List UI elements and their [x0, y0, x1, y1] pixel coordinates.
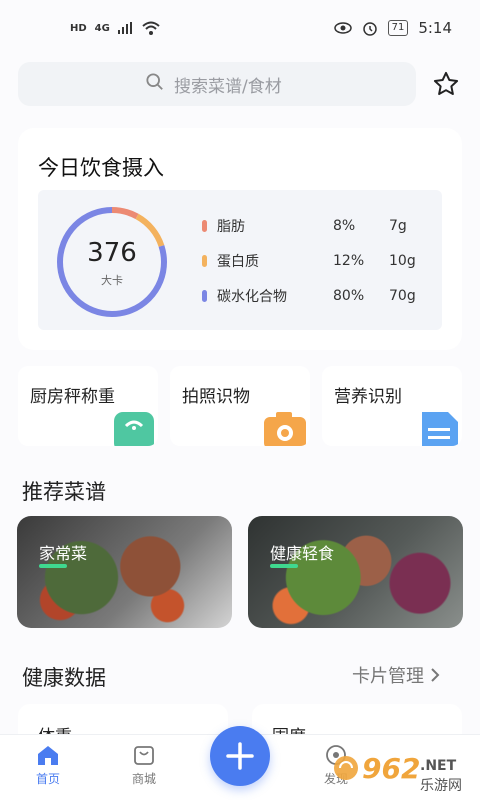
- watermark-net: .NET: [420, 758, 457, 774]
- search-placeholder: 搜索菜谱/食材: [174, 76, 282, 97]
- add-button[interactable]: [210, 726, 270, 786]
- photo-recognition-button[interactable]: 拍照识物: [170, 366, 310, 446]
- kitchen-scale-button[interactable]: 厨房秤称重: [18, 366, 158, 446]
- signal-icon: [117, 22, 132, 34]
- clock: 5:14: [418, 19, 452, 37]
- scale-icon: [114, 412, 154, 446]
- recipe-card-home-cooking[interactable]: 家常菜: [17, 516, 232, 628]
- carbs-dot: [202, 290, 207, 302]
- fat-dot: [202, 220, 207, 232]
- recipes-section-title: 推荐菜谱: [22, 480, 106, 504]
- status-bar: HD 4G 71 5:14: [0, 0, 480, 56]
- nutrient-percent: 8%: [333, 218, 356, 234]
- wifi-icon: [142, 21, 160, 35]
- recipe-card-healthy-light[interactable]: 健康轻食: [248, 516, 463, 628]
- chevron-right-icon: [431, 668, 440, 682]
- nutrient-row-protein: 蛋白质 12% 10g: [202, 251, 442, 271]
- eye-icon: [333, 22, 352, 34]
- watermark-number: 962: [362, 752, 420, 785]
- document-icon: [422, 412, 458, 446]
- calorie-unit: 大卡: [101, 274, 123, 287]
- nutrient-name: 脂肪: [217, 219, 245, 235]
- intake-panel: 376 大卡 脂肪 8% 7g 蛋白质 12% 10g 碳水化合物 80% 70…: [38, 190, 442, 330]
- tool-label: 拍照识物: [182, 387, 250, 407]
- home-icon: [38, 746, 58, 765]
- sim-label: HD: [70, 22, 87, 34]
- nutrient-row-carbs: 碳水化合物 80% 70g: [202, 286, 442, 306]
- favorite-star-icon[interactable]: [432, 70, 460, 98]
- camera-icon: [264, 412, 306, 446]
- calorie-value: 376: [87, 238, 137, 268]
- site-watermark: 962 .NET 乐游网: [334, 752, 462, 794]
- nutrition-recognition-button[interactable]: 营养识别: [322, 366, 462, 446]
- recipe-label: 家常菜: [39, 544, 88, 563]
- tab-mall[interactable]: 商城: [114, 744, 174, 787]
- plus-icon: [226, 742, 254, 770]
- intake-title: 今日饮食摄入: [38, 156, 164, 180]
- battery-level: 71: [387, 20, 409, 36]
- tab-label: 商城: [131, 772, 156, 786]
- card-management-link[interactable]: 卡片管理: [352, 662, 440, 688]
- recipe-label: 健康轻食: [270, 544, 335, 563]
- nutrient-amount: 70g: [389, 288, 416, 304]
- alarm-icon: [362, 22, 377, 36]
- nutrient-row-fat: 脂肪 8% 7g: [202, 216, 442, 236]
- network-label: 4G: [94, 22, 110, 34]
- tool-label: 厨房秤称重: [30, 387, 115, 407]
- signal-indicators: HD 4G: [70, 21, 160, 35]
- tab-label: 首页: [35, 772, 60, 786]
- tool-label: 营养识别: [334, 387, 402, 407]
- daily-intake-card[interactable]: 今日饮食摄入 376 大卡 脂肪 8% 7g 蛋白质 12% 10g 碳水化合物…: [18, 128, 462, 350]
- nutrient-percent: 12%: [333, 253, 365, 269]
- nutrient-amount: 7g: [389, 218, 407, 234]
- nutrient-name: 碳水化合物: [217, 289, 287, 305]
- nutrient-percent: 80%: [333, 288, 365, 304]
- nutrient-amount: 10g: [389, 253, 416, 269]
- protein-dot: [202, 255, 207, 267]
- card-management-label: 卡片管理: [352, 666, 424, 687]
- recipe-accent-bar: [270, 564, 298, 568]
- watermark-site: 乐游网: [420, 778, 462, 794]
- tab-home[interactable]: 首页: [18, 744, 78, 787]
- health-section-title: 健康数据: [22, 666, 106, 690]
- nutrient-name: 蛋白质: [217, 254, 259, 270]
- search-input[interactable]: 搜索菜谱/食材: [18, 62, 416, 106]
- search-icon: [146, 73, 163, 90]
- status-right: 71 5:14: [333, 19, 452, 37]
- shopping-bag-icon: [134, 746, 154, 765]
- recipe-accent-bar: [39, 564, 67, 568]
